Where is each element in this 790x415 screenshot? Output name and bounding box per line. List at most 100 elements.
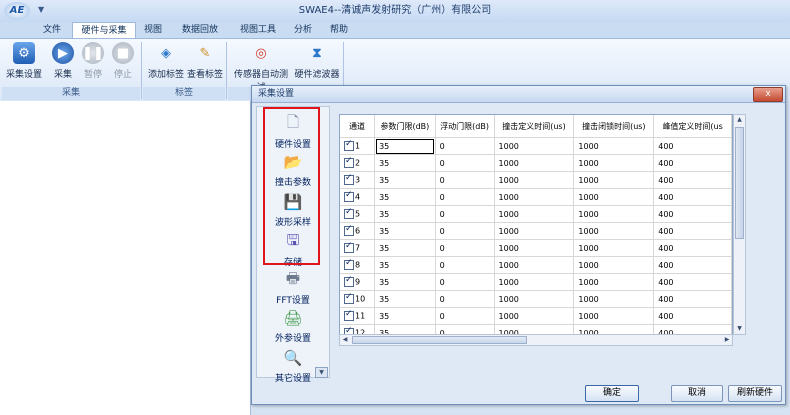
cell-peak-define-time[interactable]: 400 [653,188,732,206]
cell-hit-define-time[interactable]: 1000 [494,290,575,308]
cell-float-threshold[interactable]: 0 [435,239,495,257]
cancel-button[interactable]: 取消 [671,385,723,402]
cell-hit-lockout-time[interactable]: 1000 [573,273,655,291]
hw-filter-button[interactable]: ⧗ 硬件滤波器 [294,42,340,81]
acq-settings-button[interactable]: ⚙ 采集设置 [4,42,44,80]
channel-cell[interactable]: 2 [340,154,376,172]
cell-peak-define-time[interactable]: 400 [653,256,732,274]
cell-peak-define-time[interactable]: 400 [653,171,732,189]
cell-peak-define-time[interactable]: 400 [653,205,732,223]
cell-param-threshold[interactable]: 35 [374,222,436,240]
cell-hit-lockout-time[interactable]: 1000 [573,188,655,206]
channel-checkbox[interactable] [344,292,354,304]
cell-param-threshold[interactable]: 35 [374,307,436,325]
column-header[interactable]: 撞击定义时间(us) [494,115,575,138]
view-tag-button[interactable]: ✎ 查看标签 [186,42,224,81]
scroll-down-icon[interactable]: ▼ [734,324,745,334]
scroll-right-icon[interactable]: ▶ [722,335,732,345]
cell-hit-define-time[interactable]: 1000 [494,188,575,206]
ok-button[interactable]: 确定 [585,385,639,402]
close-button[interactable]: x [753,87,783,102]
acquire-button[interactable]: ▶ 采集 [50,42,76,80]
cell-float-threshold[interactable]: 0 [435,307,495,325]
cell-float-threshold[interactable]: 0 [435,256,495,274]
cell-float-threshold[interactable]: 0 [435,205,495,223]
channel-checkbox[interactable] [344,309,354,321]
tab-hardware-acquisition[interactable]: 硬件与采集 [72,22,136,39]
channel-cell[interactable]: 11 [340,307,376,325]
cell-hit-define-time[interactable]: 1000 [494,171,575,189]
cell-hit-define-time[interactable]: 1000 [494,154,575,172]
tab-view-tools[interactable]: 视图工具 [232,22,284,38]
channel-checkbox[interactable] [344,258,354,270]
channel-checkbox[interactable] [344,139,354,151]
cell-hit-lockout-time[interactable]: 1000 [573,205,655,223]
cell-hit-define-time[interactable]: 1000 [494,137,575,155]
cell-hit-lockout-time[interactable]: 1000 [573,290,655,308]
nav-item-fft-settings[interactable]: 🖶 FFT设置 [257,269,329,307]
cell-float-threshold[interactable]: 0 [435,188,495,206]
channel-checkbox[interactable] [344,275,354,287]
refresh-hardware-button[interactable]: 刷新硬件 [728,385,782,402]
channel-cell[interactable]: 8 [340,256,376,274]
channel-checkbox[interactable] [344,173,354,185]
channel-cell[interactable]: 4 [340,188,376,206]
column-header[interactable]: 通道 [340,115,376,138]
cell-float-threshold[interactable]: 0 [435,273,495,291]
column-header[interactable]: 撞击闭锁时间(us) [573,115,655,138]
cell-param-threshold[interactable]: 35 [374,273,436,291]
cell-hit-lockout-time[interactable]: 1000 [573,222,655,240]
cell-float-threshold[interactable]: 0 [435,290,495,308]
scroll-up-icon[interactable]: ▲ [734,115,745,125]
tab-help[interactable]: 帮助 [324,22,354,38]
tab-view[interactable]: 视图 [138,22,168,38]
column-header[interactable]: 参数门限(dB) [374,115,436,138]
cell-hit-define-time[interactable]: 1000 [494,273,575,291]
cell-hit-define-time[interactable]: 1000 [494,205,575,223]
channel-cell[interactable]: 10 [340,290,376,308]
cell-param-threshold[interactable]: 35 [374,188,436,206]
channel-cell[interactable]: 6 [340,222,376,240]
tab-analysis[interactable]: 分析 [288,22,318,38]
tab-file[interactable]: 文件 [36,22,68,38]
channel-checkbox[interactable] [344,241,354,253]
channel-checkbox[interactable] [344,207,354,219]
cell-hit-lockout-time[interactable]: 1000 [573,171,655,189]
cell-param-threshold[interactable]: 35 [374,154,436,172]
stop-button[interactable]: ■ 停止 [110,42,136,80]
cell-peak-define-time[interactable]: 400 [653,154,732,172]
cell-float-threshold[interactable]: 0 [435,171,495,189]
channel-cell[interactable]: 7 [340,239,376,257]
channel-cell[interactable]: 5 [340,205,376,223]
cell-peak-define-time[interactable]: 400 [653,239,732,257]
vertical-scroll-thumb[interactable] [735,127,744,239]
scroll-left-icon[interactable]: ◀ [340,335,350,345]
cell-peak-define-time[interactable]: 400 [653,273,732,291]
cell-hit-lockout-time[interactable]: 1000 [573,154,655,172]
cell-hit-define-time[interactable]: 1000 [494,222,575,240]
channel-cell[interactable]: 9 [340,273,376,291]
cell-peak-define-time[interactable]: 400 [653,137,732,155]
cell-float-threshold[interactable]: 0 [435,137,495,155]
tab-data-replay[interactable]: 数据回放 [174,22,226,38]
cell-peak-define-time[interactable]: 400 [653,307,732,325]
nav-scroll-down-button[interactable]: ▼ [315,367,328,378]
channel-checkbox[interactable] [344,156,354,168]
column-header[interactable]: 峰值定义时间(us [653,115,732,138]
cell-param-threshold[interactable]: 35 [374,256,436,274]
add-tag-button[interactable]: ◈ 添加标签 [146,42,186,81]
column-header[interactable]: 浮动门限(dB) [435,115,495,138]
horizontal-scrollbar[interactable]: ◀ ▶ [339,334,733,346]
channel-cell[interactable]: 1 [340,137,376,155]
cell-param-threshold[interactable]: 35 [374,171,436,189]
vertical-scrollbar[interactable]: ▲ ▼ [733,114,746,335]
cell-param-threshold[interactable]: 35 [374,137,436,155]
horizontal-scroll-thumb[interactable] [352,336,527,344]
cell-peak-define-time[interactable]: 400 [653,290,732,308]
cell-param-threshold[interactable]: 35 [374,239,436,257]
cell-hit-define-time[interactable]: 1000 [494,307,575,325]
cell-float-threshold[interactable]: 0 [435,222,495,240]
cell-hit-lockout-time[interactable]: 1000 [573,137,655,155]
cell-hit-lockout-time[interactable]: 1000 [573,256,655,274]
cell-hit-lockout-time[interactable]: 1000 [573,307,655,325]
